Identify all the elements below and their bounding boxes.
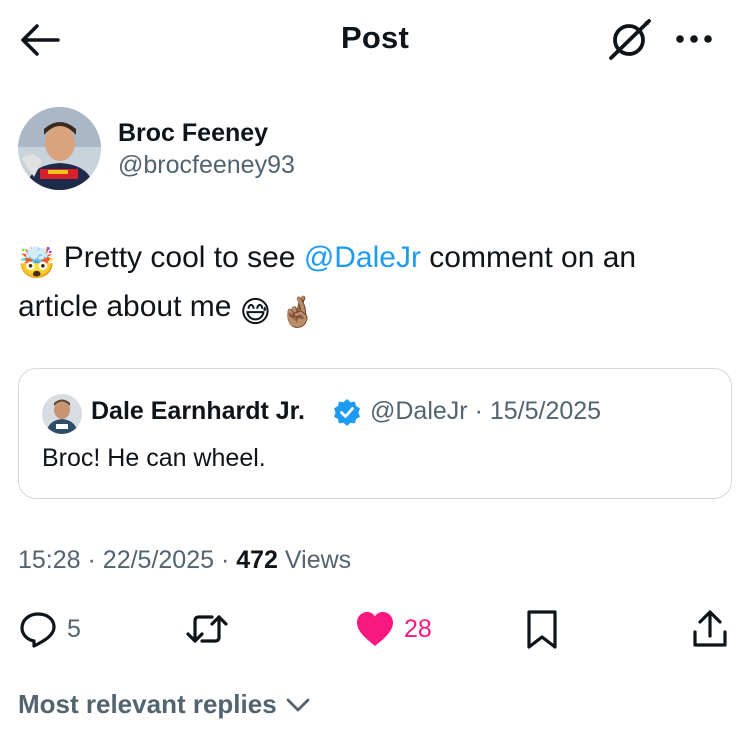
sweat-smile-emoji: 😅: [239, 296, 272, 329]
top-bar: Post: [0, 0, 750, 78]
post-text: 🤯 Pretty cool to see @DaleJr comment on …: [18, 236, 718, 334]
quote-text: Broc! He can wheel.: [42, 444, 266, 472]
bookmark-icon: [527, 610, 557, 649]
share-icon: [693, 610, 727, 647]
heart-filled-icon: [357, 612, 393, 646]
verified-badge-icon: [334, 399, 360, 426]
reply-button[interactable]: 5: [18, 602, 81, 656]
author-name[interactable]: Broc Feeney: [118, 119, 268, 148]
like-button[interactable]: 28: [355, 602, 432, 656]
reply-count: 5: [67, 614, 81, 643]
exploding-head-emoji: 🤯: [18, 247, 56, 280]
quote-date: 15/5/2025: [489, 397, 602, 425]
post-text-part: Pretty cool to see: [55, 241, 304, 274]
chevron-down-icon: [286, 698, 310, 711]
grok-icon: [609, 19, 651, 60]
author-handle[interactable]: @brocfeeney93: [118, 151, 295, 180]
repost-button[interactable]: [185, 602, 238, 656]
separator-dot: ·: [474, 397, 483, 425]
views-label: Views: [284, 546, 352, 574]
quote-author-name: Dale Earnhardt Jr.: [91, 397, 305, 425]
quote-author-handle: @DaleJr: [370, 397, 468, 425]
quote-avatar: [42, 394, 82, 434]
post-author: Broc Feeney @brocfeeney93: [18, 107, 618, 191]
grok-button[interactable]: [606, 16, 654, 62]
post-meta: 15:28 · 22/5/2025 · 472 Views: [18, 546, 351, 575]
quote-meta: @DaleJr · 15/5/2025: [370, 397, 601, 426]
mention-link[interactable]: @DaleJr: [304, 241, 421, 274]
action-bar: 5 28: [0, 602, 750, 656]
avatar[interactable]: [18, 107, 101, 190]
post-date: 22/5/2025: [102, 546, 215, 574]
reply-icon: [20, 612, 56, 648]
replies-sort-dropdown[interactable]: Most relevant replies: [18, 689, 313, 720]
repost-icon: [186, 615, 228, 643]
post-time: 15:28: [18, 546, 81, 574]
separator-dot: ·: [220, 546, 230, 574]
share-button[interactable]: [690, 602, 730, 656]
bookmark-button[interactable]: [522, 602, 562, 656]
separator-dot: ·: [87, 546, 96, 574]
views-count: 472: [236, 546, 278, 574]
crossed-fingers-emoji: 🤞🏽: [279, 296, 317, 329]
quoted-post[interactable]: Dale Earnhardt Jr. @DaleJr · 15/5/2025 B…: [18, 368, 732, 499]
more-options-button[interactable]: [670, 16, 718, 62]
more-dots-icon: [676, 35, 712, 43]
replies-sort-label: Most relevant replies: [18, 689, 277, 719]
like-count: 28: [404, 614, 432, 643]
